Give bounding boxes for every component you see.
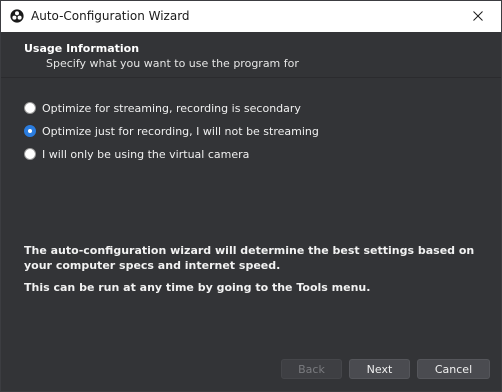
cancel-button[interactable]: Cancel: [417, 359, 490, 379]
radio-option-streaming[interactable]: Optimize for streaming, recording is sec…: [24, 100, 301, 116]
window-title: Auto-Configuration Wizard: [31, 9, 190, 23]
radio-button-selected[interactable]: [24, 125, 36, 137]
close-button[interactable]: [455, 1, 501, 32]
radio-option-recording[interactable]: Optimize just for recording, I will not …: [24, 123, 319, 139]
radio-label: I will only be using the virtual camera: [42, 147, 250, 161]
header-divider: [1, 77, 501, 78]
page-subtitle: Specify what you want to use the program…: [46, 57, 299, 70]
back-button[interactable]: Back: [281, 359, 342, 379]
radio-label: Optimize for streaming, recording is sec…: [42, 101, 301, 115]
radio-button[interactable]: [24, 102, 36, 114]
info-text-tools-menu: This can be run at any time by going to …: [24, 281, 371, 294]
obs-logo-icon: [10, 9, 24, 23]
radio-label: Optimize just for recording, I will not …: [42, 124, 319, 138]
radio-button[interactable]: [24, 148, 36, 160]
radio-option-virtual-camera[interactable]: I will only be using the virtual camera: [24, 146, 249, 162]
page-title: Usage Information: [24, 42, 140, 55]
wizard-window: Auto-Configuration Wizard Usage Informat…: [0, 0, 502, 392]
title-bar: Auto-Configuration Wizard: [1, 1, 501, 32]
next-button[interactable]: Next: [349, 359, 410, 379]
close-icon: [473, 11, 483, 21]
info-text-description: The auto-configuration wizard will deter…: [24, 244, 475, 272]
wizard-content: Usage Information Specify what you want …: [1, 32, 501, 391]
